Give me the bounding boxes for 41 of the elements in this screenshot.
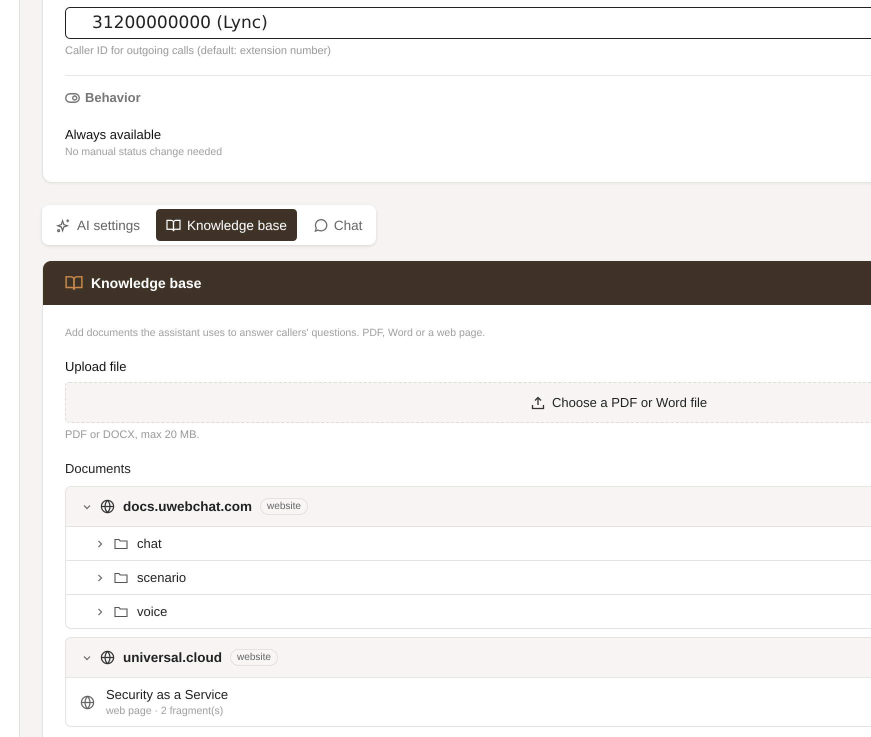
toggle-icon (65, 92, 80, 102)
website-row[interactable]: docs.uwebchat.com website (66, 487, 871, 526)
type-badge: website (230, 649, 278, 666)
panel-description: Add documents the assistant uses to answer callers' questions. PDF, Word or a web page. (65, 327, 486, 339)
upload-hint: PDF or DOCX, max 20 MB. (65, 429, 200, 441)
tab[interactable]: Chat (302, 209, 372, 241)
book-icon (65, 275, 83, 291)
globe-icon (100, 499, 115, 514)
setting-description: No manual status change needed (65, 146, 224, 158)
tab[interactable]: AI settings (46, 209, 150, 241)
page-meta: web page · 2 fragment(s) (106, 705, 224, 717)
book-icon (166, 218, 182, 232)
page-title: Security as a Service (106, 687, 228, 702)
globe-icon (100, 650, 115, 665)
website-name: universal.cloud (123, 650, 222, 665)
type-badge: website (260, 498, 308, 515)
website-name: docs.uwebchat.com (123, 499, 252, 514)
folder-icon (114, 606, 128, 618)
sparkles-icon (56, 218, 71, 232)
folder-name: chat (137, 536, 162, 551)
tab[interactable]: Knowledge base (156, 209, 297, 241)
folder-name: voice (137, 604, 168, 619)
website-row[interactable]: universal.cloud website (66, 638, 871, 677)
upload-label: Upload file (65, 359, 128, 374)
outbound-number-field[interactable]: 31200000000 (Lync) (65, 7, 871, 39)
globe-icon (80, 694, 95, 710)
chat-bubble-icon (312, 218, 328, 232)
folder-name: scenario (137, 570, 186, 585)
setting-label: Always available (65, 127, 162, 142)
section-title: Behavior (85, 90, 141, 105)
upload-dropzone[interactable]: Choose a PDF or Word file (65, 382, 871, 423)
upload-icon (531, 396, 545, 410)
field-hint: Caller ID for outgoing calls (default: extension number) (65, 45, 332, 57)
panel-title: Knowledge base (91, 275, 202, 291)
folder-icon (114, 538, 128, 550)
folder-row[interactable]: voice (66, 594, 871, 628)
page-row[interactable]: Security as a Service web page · 2 fragment(s) (66, 677, 871, 726)
documents-label: Documents (65, 461, 132, 476)
folder-row[interactable]: scenario (66, 560, 871, 594)
folder-row[interactable]: chat (66, 526, 871, 560)
folder-icon (114, 572, 128, 584)
